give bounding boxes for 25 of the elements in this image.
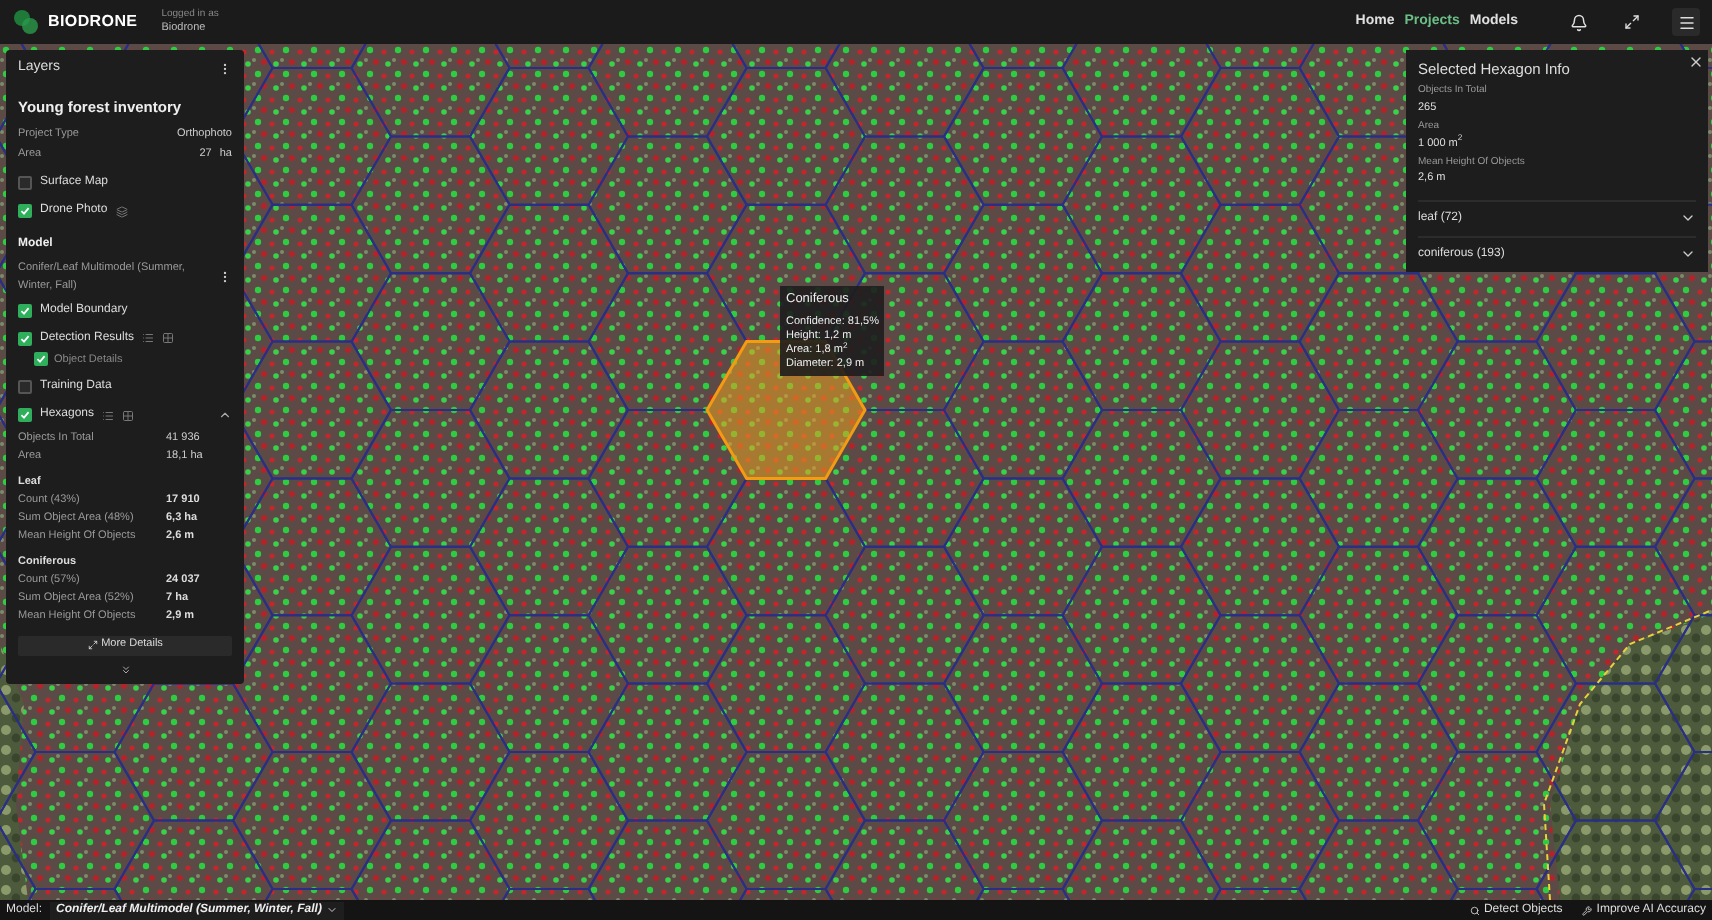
logo-icon: [12, 8, 40, 36]
checkbox[interactable]: [34, 352, 48, 367]
checkbox[interactable]: [18, 380, 32, 394]
logo-text: BIODRONE: [48, 10, 138, 34]
search-icon: [1469, 905, 1480, 915]
more-icon[interactable]: [218, 270, 232, 285]
more-icon[interactable]: [218, 61, 232, 76]
chevron-down-icon: [1680, 210, 1696, 226]
wrench-icon: [1582, 905, 1593, 915]
menu-icon: [1677, 13, 1695, 31]
list-icon[interactable]: [142, 332, 155, 345]
caret-icon: [325, 904, 338, 916]
checkbox[interactable]: [18, 176, 32, 191]
notification-icon[interactable]: [1570, 13, 1588, 31]
grid-icon[interactable]: [162, 332, 175, 345]
collapse-icon[interactable]: [218, 408, 232, 422]
layers-icon[interactable]: [115, 205, 128, 218]
grid-icon[interactable]: [122, 409, 135, 421]
fullscreen-icon[interactable]: [1624, 14, 1640, 30]
expand-icon[interactable]: [119, 663, 131, 675]
chevron-down-icon: [1680, 246, 1696, 262]
expand-icon: [87, 640, 98, 650]
close-icon[interactable]: [1688, 54, 1704, 70]
list-icon[interactable]: [102, 409, 115, 421]
menu-button[interactable]: [1672, 8, 1700, 36]
